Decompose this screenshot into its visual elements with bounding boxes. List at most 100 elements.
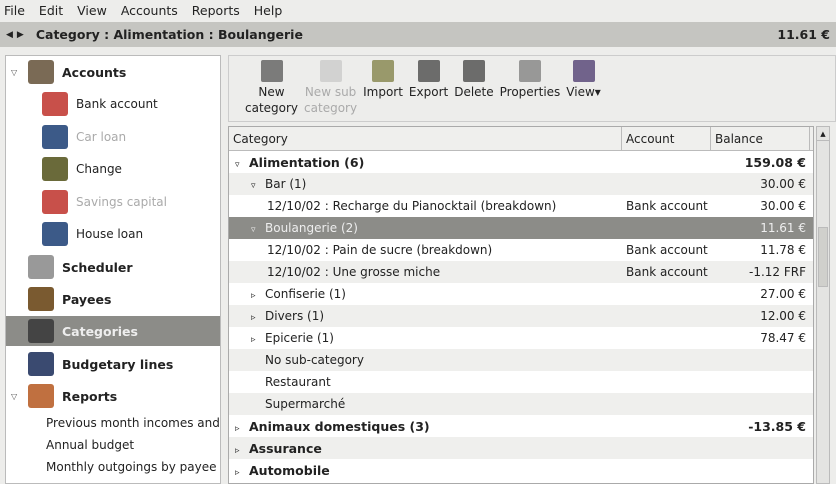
bank-icon xyxy=(42,190,68,214)
scroll-up-arrow-icon[interactable]: ▲ xyxy=(817,127,829,141)
new-sub-category-button[interactable]: New sub category xyxy=(304,60,357,121)
button-label-wrap: View▾ xyxy=(566,84,601,100)
table-row[interactable]: ▹ Divers (1) 12.00 € xyxy=(229,305,813,327)
sidebar-item-label: House loan xyxy=(76,227,144,241)
expander-icon[interactable]: ▹ xyxy=(251,335,265,345)
button-label: Export xyxy=(408,85,449,99)
category-name: Animaux domestiques (3) xyxy=(249,418,430,434)
floppy-icon xyxy=(417,60,440,82)
chart-icon xyxy=(28,352,54,376)
sidebar-item-savings-capital[interactable]: Savings capital xyxy=(6,187,220,217)
category-name: Restaurant xyxy=(265,375,331,389)
folder-icon xyxy=(372,60,394,82)
balance-cell: -13.85 € xyxy=(748,418,806,434)
report-icon xyxy=(28,384,54,408)
table-row[interactable]: 12/10/02 : Recharge du Pianocktail (brea… xyxy=(229,195,813,217)
menu-file[interactable]: File xyxy=(4,3,25,18)
location-balance: 11.61 € xyxy=(777,27,830,42)
table-row[interactable]: No sub-category xyxy=(229,349,813,371)
scrollbar-thumb[interactable] xyxy=(818,227,828,287)
trash-button[interactable]: Delete xyxy=(454,60,494,121)
expander-icon[interactable]: ▿ xyxy=(251,225,265,235)
button-label: Delete xyxy=(454,85,494,99)
sidebar-item-payees[interactable]: Payees xyxy=(6,284,220,314)
table-row[interactable]: 12/10/02 : Une grosse miche Bank account -… xyxy=(229,261,813,283)
table-row[interactable]: ▹ Epicerie (1) 78.47 € xyxy=(229,327,813,349)
category-cell: ▹ Assurance xyxy=(229,441,622,456)
sidebar-item-budgetary-lines[interactable]: Budgetary lines xyxy=(6,349,220,379)
column-header-balance[interactable]: Balance xyxy=(711,127,810,150)
table-row[interactable]: ▿ Bar (1) 30.00 € xyxy=(229,173,813,195)
expander-icon[interactable]: ▽ xyxy=(11,68,17,77)
table-row[interactable]: ▹ Confiserie (1) 27.00 € xyxy=(229,283,813,305)
category-cell: 12/10/02 : Recharge du Pianocktail (brea… xyxy=(229,199,622,213)
category-name: Confiserie (1) xyxy=(265,287,346,301)
sidebar-item-label: Car loan xyxy=(76,130,127,144)
expander-icon[interactable]: ▹ xyxy=(251,291,265,301)
sidebar-item-accounts[interactable]: ▽ Accounts xyxy=(6,57,220,87)
menu-view[interactable]: View xyxy=(77,3,107,18)
menu-edit[interactable]: Edit xyxy=(39,3,63,18)
category-name: 12/10/02 : Pain de sucre (breakdown) xyxy=(267,243,493,257)
category-name: Supermarché xyxy=(265,397,346,411)
sidebar-item-house-loan[interactable]: House loan xyxy=(6,219,220,249)
category-cell: ▿ Boulangerie (2) xyxy=(229,221,622,235)
sidebar-item-bank-account[interactable]: Bank account xyxy=(6,89,220,119)
table-row[interactable]: ▹ Assurance xyxy=(229,437,813,459)
sidebar-item-reports[interactable]: ▽ Reports xyxy=(6,381,220,411)
properties-button[interactable]: Properties xyxy=(499,60,561,121)
category-cell: ▹ Automobile xyxy=(229,463,622,478)
table-row[interactable]: 12/10/02 : Pain de sucre (breakdown) Bank… xyxy=(229,239,813,261)
new-category-button[interactable]: New category xyxy=(245,60,298,121)
sidebar-item-categories[interactable]: Categories xyxy=(6,316,220,346)
table-row[interactable]: Supermarché xyxy=(229,393,813,415)
folder-button[interactable]: Import xyxy=(363,60,403,121)
expander-icon[interactable]: ▽ xyxy=(11,392,17,401)
expander-icon[interactable]: ▿ xyxy=(235,160,249,170)
category-name: Divers (1) xyxy=(265,309,325,323)
vertical-scrollbar[interactable]: ▲ xyxy=(816,126,830,484)
table-row[interactable]: ▿ Alimentation (6) 159.08 € xyxy=(229,151,813,173)
location-path: Category : Alimentation : Boulangerie xyxy=(35,27,303,42)
expander-icon[interactable]: ▹ xyxy=(235,446,249,456)
table-row[interactable]: Restaurant xyxy=(229,371,813,393)
button-label: Properties xyxy=(499,85,561,99)
expander-icon[interactable]: ▹ xyxy=(235,468,249,478)
balance-cell: 159.08 € xyxy=(744,154,806,170)
report-item[interactable]: Monthly outgoings by payee xyxy=(46,460,216,474)
category-cell: 12/10/02 : Pain de sucre (breakdown) xyxy=(229,243,622,257)
table-row[interactable]: ▹ Automobile xyxy=(229,459,813,481)
sidebar-item-label: Payees xyxy=(62,291,112,307)
house-icon xyxy=(28,60,54,84)
menu-help[interactable]: Help xyxy=(254,3,283,18)
menu-reports[interactable]: Reports xyxy=(192,3,240,18)
expander-icon[interactable]: ▿ xyxy=(251,181,265,191)
category-name: Automobile xyxy=(249,462,330,478)
account-cell: Bank account xyxy=(626,265,708,279)
menu-accounts[interactable]: Accounts xyxy=(121,3,178,18)
floppy-button[interactable]: Export xyxy=(409,60,448,121)
account-cell: Bank account xyxy=(626,243,708,257)
report-item[interactable]: Previous month incomes and xyxy=(46,416,220,430)
column-header-account[interactable]: Account xyxy=(622,127,711,150)
dropdown-arrow-icon[interactable]: ▾ xyxy=(595,85,601,99)
column-header-category[interactable]: Category xyxy=(229,127,622,150)
balance-cell: 12.00 € xyxy=(760,309,806,323)
sidebar-item-scheduler[interactable]: Scheduler xyxy=(6,252,220,282)
table-row[interactable]: ▿ Boulangerie (2) 11.61 € xyxy=(229,217,813,239)
sidebar: ▽ Accounts Bank account Car loan Change Savin… xyxy=(5,55,221,484)
report-item[interactable]: Annual budget xyxy=(46,438,134,452)
sidebar-item-change[interactable]: Change xyxy=(6,154,220,184)
sidebar-item-car-loan[interactable]: Car loan xyxy=(6,122,220,152)
category-name: Bar (1) xyxy=(265,177,307,191)
view-button[interactable]: View▾ xyxy=(566,60,601,121)
categories-table: Category Account Balance ▿ Alimentation (… xyxy=(228,126,814,484)
back-forward-arrows-icon[interactable]: ◀▶ xyxy=(6,30,28,40)
menubar: File Edit View Accounts Reports Help xyxy=(0,0,836,20)
expander-icon[interactable]: ▹ xyxy=(251,313,265,323)
table-row[interactable]: ▹ Animaux domestiques (3) -13.85 € xyxy=(229,415,813,437)
expander-icon[interactable]: ▹ xyxy=(235,424,249,434)
category-cell: 12/10/02 : Une grosse miche xyxy=(229,265,622,279)
balance-cell: 11.61 € xyxy=(760,221,806,235)
category-cell: Supermarché xyxy=(229,397,622,411)
